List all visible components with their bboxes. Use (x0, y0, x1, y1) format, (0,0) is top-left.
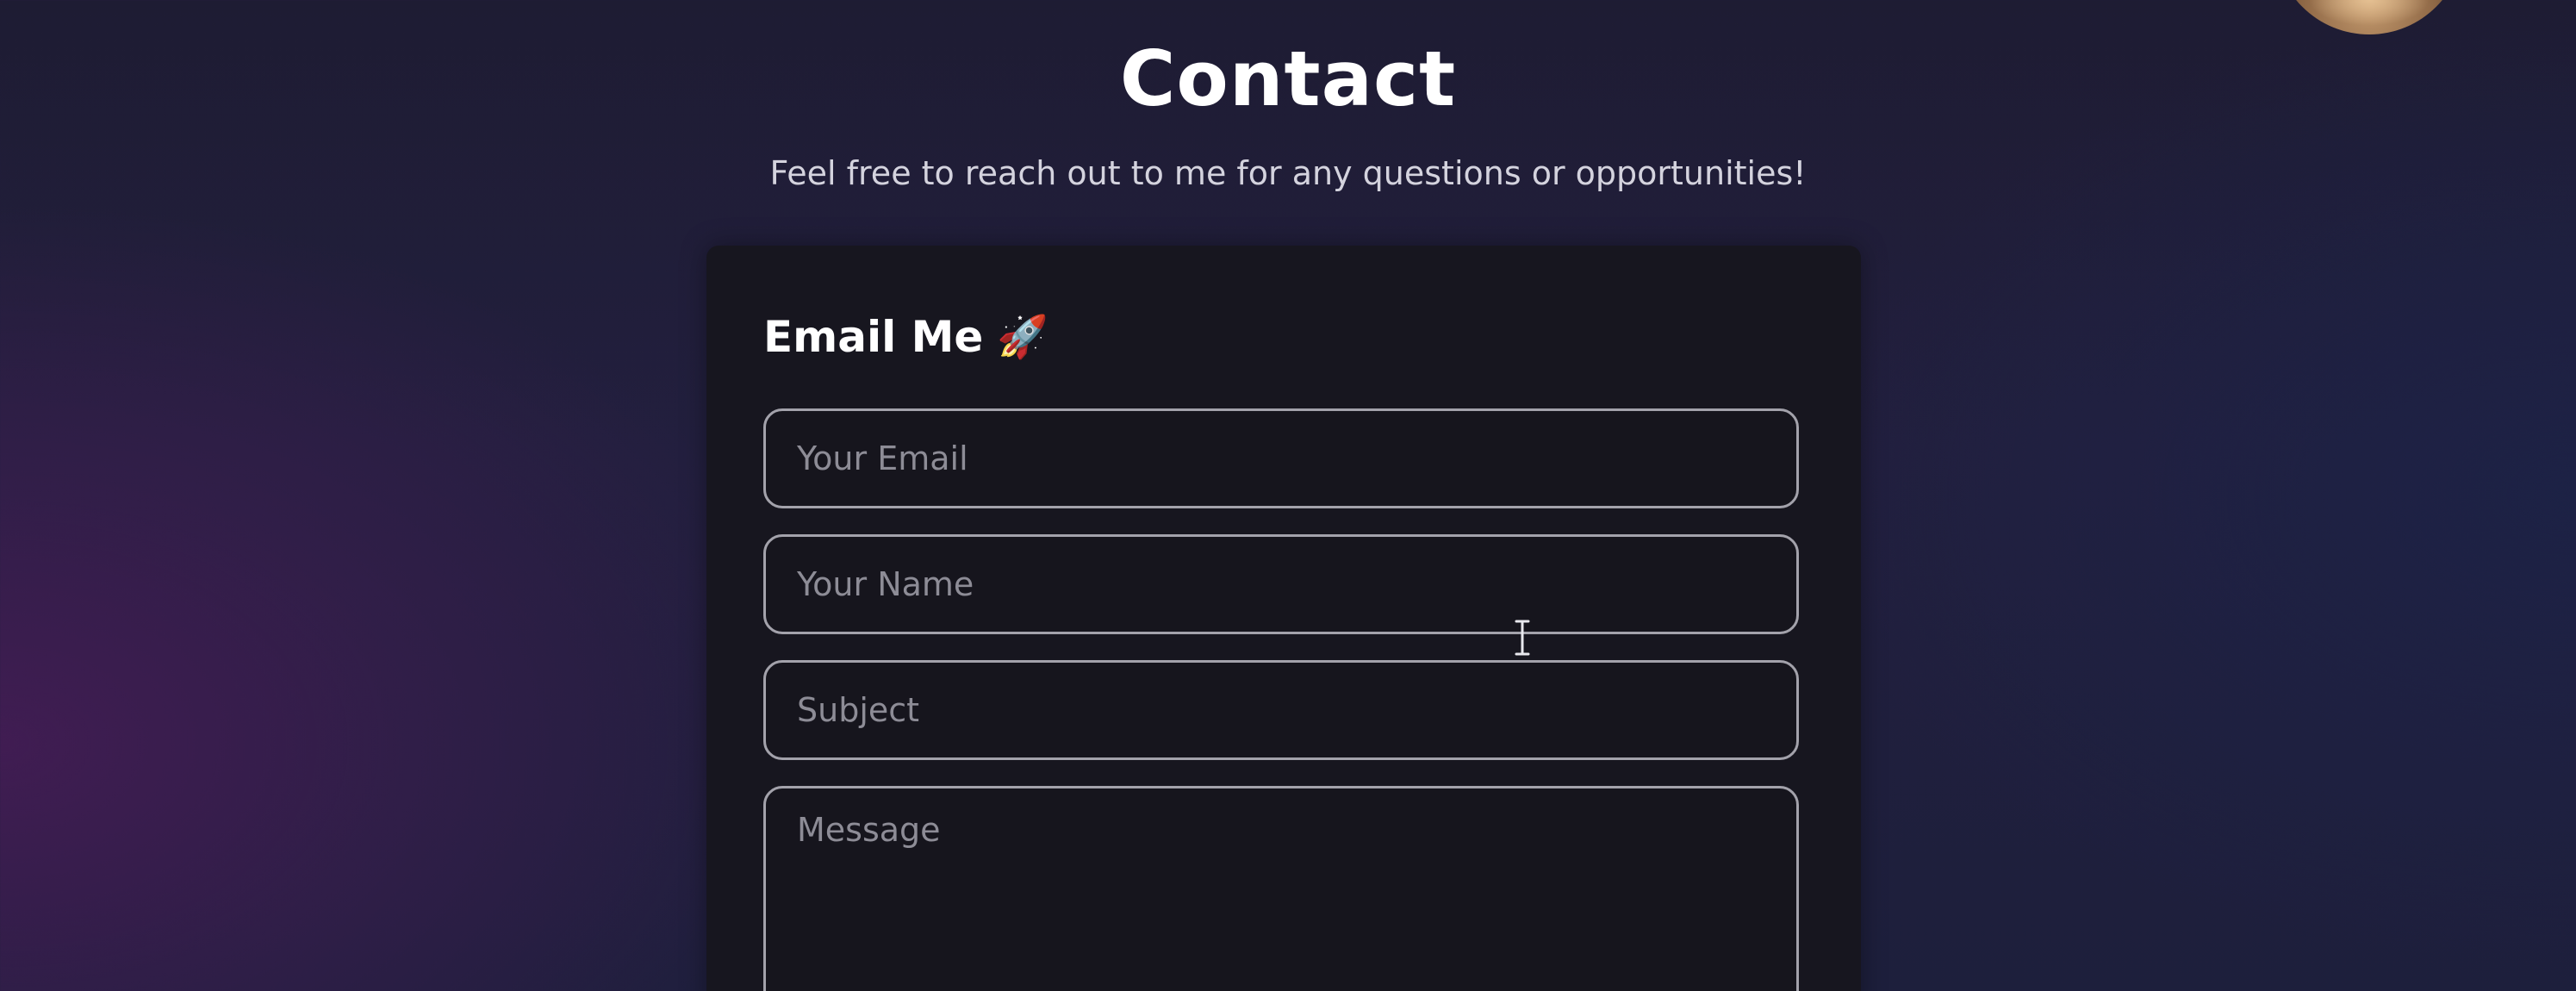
page-title: Contact (1119, 34, 1457, 123)
message-field[interactable] (763, 786, 1799, 991)
name-field[interactable] (763, 534, 1799, 634)
text-cursor-icon (1515, 620, 1530, 656)
subject-field[interactable] (763, 660, 1799, 760)
rocket-icon: 🚀 (997, 313, 1049, 361)
form-heading-label: Email Me (763, 312, 984, 362)
email-field[interactable] (763, 408, 1799, 508)
page-subtitle: Feel free to reach out to me for any que… (769, 154, 1807, 192)
form-heading: Email Me 🚀 (763, 311, 1048, 363)
contact-form: Email Me 🚀 (706, 246, 1861, 991)
avatar (2274, 0, 2464, 34)
